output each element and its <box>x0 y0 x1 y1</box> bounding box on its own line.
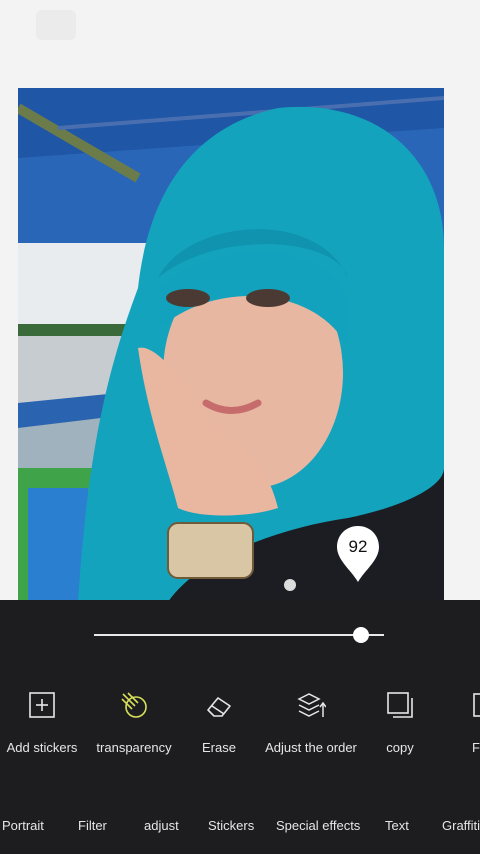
tab-text[interactable]: Text <box>385 818 409 833</box>
tab-portrait[interactable]: Portrait <box>2 818 44 833</box>
transparency-label: transparency <box>96 740 172 755</box>
opacity-value-bubble: 92 <box>335 524 381 584</box>
copy-icon <box>387 692 413 718</box>
adjust-order-label: Adjust the order <box>265 740 357 755</box>
erase-button[interactable]: Erase <box>184 690 254 760</box>
transparency-icon <box>121 692 147 718</box>
add-stickers-button[interactable]: Add stickers <box>2 690 82 760</box>
more-tool-button[interactable]: F <box>462 690 480 760</box>
tab-graffiti[interactable]: Graffiti <box>442 818 480 833</box>
slider-thumb[interactable] <box>352 627 369 643</box>
adjust-order-button[interactable]: Adjust the order <box>264 690 358 760</box>
copy-label: copy <box>386 740 414 755</box>
tab-special-effects[interactable]: Special effects <box>276 818 360 833</box>
transparency-button[interactable]: transparency <box>94 690 174 760</box>
add-stickers-label: Add stickers <box>6 740 78 755</box>
tab-stickers[interactable]: Stickers <box>208 818 254 833</box>
layers-order-icon <box>297 693 326 717</box>
transparency-slider[interactable] <box>94 627 384 643</box>
eraser-icon <box>207 697 231 717</box>
add-sticker-icon <box>29 692 55 718</box>
sticker-tools-bar: Add stickers transparency Erase Adjust t… <box>0 690 480 760</box>
erase-label: Erase <box>202 740 236 755</box>
slider-track[interactable] <box>94 634 384 636</box>
back-button[interactable] <box>36 10 76 40</box>
top-bar <box>0 0 480 60</box>
bottom-category-tabs: Portrait Filter adjust Stickers Special … <box>0 818 480 846</box>
tab-filter[interactable]: Filter <box>78 818 107 833</box>
tab-adjust[interactable]: adjust <box>144 818 179 833</box>
partial-tool-label: F <box>472 740 480 755</box>
opacity-value-text: 92 <box>348 537 368 556</box>
partial-tool-icon <box>473 693 480 717</box>
copy-button[interactable]: copy <box>372 690 428 760</box>
